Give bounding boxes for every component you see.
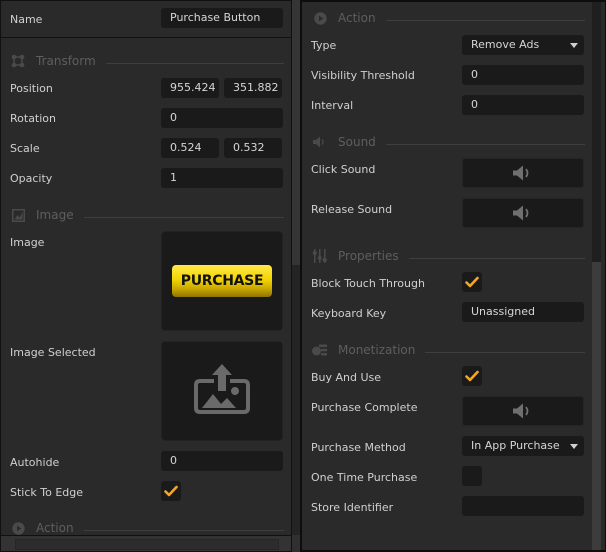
section-transform[interactable]: Transform (10, 53, 284, 69)
play-icon (10, 521, 26, 535)
upload-image-icon (194, 363, 250, 419)
purchase-complete-label: Purchase Complete (311, 401, 418, 414)
rotation-input[interactable]: 0 (161, 108, 283, 128)
image-selected-label: Image Selected (10, 346, 96, 359)
section-divider (385, 19, 585, 21)
name-input[interactable]: Purchase Button (161, 8, 283, 28)
section-action-collapsed[interactable]: Action (10, 520, 284, 536)
right-scrollbar-thumb[interactable] (592, 262, 601, 550)
purchase-method-value: In App Purchase (471, 439, 560, 452)
name-row: Name Purchase Button (1, 1, 291, 38)
click-sound-picker[interactable] (462, 158, 584, 188)
check-icon (465, 276, 479, 288)
section-title: Monetization (338, 343, 416, 357)
section-title: Sound (338, 135, 376, 149)
autohide-label: Autohide (10, 456, 60, 469)
speaker-icon (513, 205, 529, 221)
section-properties[interactable]: Properties (312, 248, 585, 264)
purchase-complete-sound-picker[interactable] (462, 396, 584, 426)
store-identifier-input[interactable] (462, 496, 584, 516)
keyboard-key-input[interactable]: Unassigned (462, 302, 584, 322)
inspector-panel-left: Name Purchase Button Transform Position … (0, 0, 292, 552)
type-dropdown-value: Remove Ads (471, 38, 540, 51)
speaker-icon (513, 403, 529, 419)
interval-input[interactable]: 0 (462, 95, 584, 115)
left-scrollbar-thumb[interactable] (292, 0, 300, 265)
rotation-label: Rotation (10, 112, 57, 125)
transform-icon (10, 54, 26, 68)
section-title: Image (36, 208, 74, 222)
section-title: Transform (36, 54, 96, 68)
section-action[interactable]: Action (312, 10, 585, 26)
release-sound-label: Release Sound (311, 203, 393, 216)
autohide-input[interactable]: 0 (161, 451, 283, 471)
check-icon (164, 485, 178, 497)
type-dropdown[interactable]: Remove Ads (462, 35, 584, 55)
section-title: Properties (338, 249, 399, 263)
check-icon (465, 370, 479, 382)
position-x-input[interactable]: 955.424 (161, 78, 219, 98)
speaker-icon (312, 135, 328, 149)
type-label: Type (311, 39, 337, 52)
horizontal-scrollbar[interactable] (1, 535, 291, 551)
release-sound-picker[interactable] (462, 198, 584, 228)
section-title: Action (338, 11, 376, 25)
buy-and-use-checkbox[interactable] (462, 366, 482, 386)
scale-x-input[interactable]: 0.524 (161, 138, 219, 158)
monetization-icon (312, 343, 328, 357)
image-icon (10, 208, 26, 222)
stick-to-edge-label: Stick To Edge (10, 486, 84, 499)
scale-y-input[interactable]: 0.532 (224, 138, 282, 158)
speaker-icon (513, 165, 529, 181)
chevron-down-icon (570, 43, 578, 48)
horizontal-scrollbar-thumb[interactable] (15, 539, 279, 550)
visibility-threshold-input[interactable]: 0 (462, 65, 584, 85)
section-divider (105, 62, 284, 64)
buy-and-use-label: Buy And Use (311, 371, 382, 384)
purchase-method-dropdown[interactable]: In App Purchase (462, 436, 584, 456)
left-scrollbar-lower (292, 265, 300, 535)
block-touch-through-checkbox[interactable] (462, 272, 482, 292)
section-image[interactable]: Image (10, 207, 284, 223)
keyboard-key-label: Keyboard Key (311, 307, 387, 320)
opacity-label: Opacity (10, 172, 53, 185)
image-picker[interactable]: PURCHASE (161, 231, 283, 331)
image-preview: PURCHASE (172, 265, 272, 297)
block-touch-through-label: Block Touch Through (311, 277, 425, 290)
scale-label: Scale (10, 142, 40, 155)
purchase-method-label: Purchase Method (311, 441, 406, 454)
store-identifier-label: Store Identifier (311, 501, 394, 514)
section-divider (83, 216, 284, 218)
interval-label: Interval (311, 99, 354, 112)
sliders-icon (312, 249, 328, 263)
section-monetization[interactable]: Monetization (312, 342, 585, 358)
section-divider (408, 257, 585, 259)
section-sound[interactable]: Sound (312, 134, 585, 150)
image-selected-picker[interactable] (161, 341, 283, 441)
one-time-purchase-label: One Time Purchase (311, 471, 418, 484)
one-time-purchase-checkbox[interactable] (462, 466, 482, 486)
inspector-panel-right: Action Type Remove Ads Visibility Thresh… (300, 0, 606, 552)
position-label: Position (10, 82, 53, 95)
image-label: Image (10, 236, 45, 249)
section-divider (425, 351, 585, 353)
opacity-input[interactable]: 1 (161, 168, 283, 188)
click-sound-label: Click Sound (311, 163, 376, 176)
position-y-input[interactable]: 351.882 (224, 78, 282, 98)
visibility-threshold-label: Visibility Threshold (311, 69, 415, 82)
section-title: Action (36, 521, 74, 535)
section-divider (385, 143, 585, 145)
name-label: Name (10, 13, 43, 26)
right-scrollbar-track[interactable] (592, 2, 601, 550)
chevron-down-icon (570, 444, 578, 449)
play-icon (312, 11, 328, 25)
stick-to-edge-checkbox[interactable] (161, 481, 181, 501)
section-divider (83, 529, 284, 531)
left-scrollbar-track[interactable] (292, 0, 300, 552)
